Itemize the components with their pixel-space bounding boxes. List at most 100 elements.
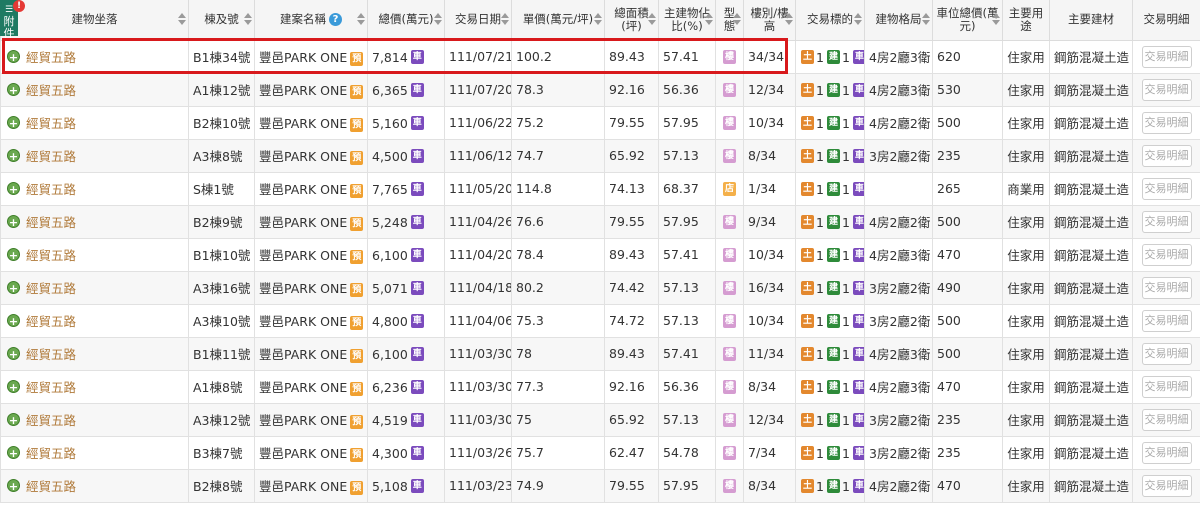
- detail-button[interactable]: 交易明細: [1141, 441, 1192, 464]
- table-row[interactable]: + 經貿五路 A3棟16號 豐邑PARK ONE 預 5,071 車 111/04/18 80.…: [0, 270, 1200, 305]
- detail-button[interactable]: 交易明細: [1141, 45, 1192, 68]
- column-header: 主要建材: [1049, 0, 1133, 41]
- land-badge-icon: 土: [801, 347, 814, 361]
- address-link[interactable]: 經貿五路: [26, 116, 76, 131]
- table-row[interactable]: + 經貿五路 B3棟7號 豐邑PARK ONE 預 4,300 車 111/03/26 75.7…: [0, 435, 1200, 470]
- expand-plus-icon[interactable]: +: [7, 281, 20, 295]
- cell-address: + 經貿五路: [0, 138, 189, 173]
- sort-arrows-icon[interactable]: [434, 13, 442, 25]
- detail-button[interactable]: 交易明細: [1141, 375, 1192, 398]
- cell-address: + 經貿五路: [0, 435, 189, 470]
- column-header[interactable]: 樓別/樓高: [743, 0, 796, 41]
- detail-button[interactable]: 交易明細: [1141, 111, 1192, 134]
- expand-plus-icon[interactable]: +: [7, 314, 20, 328]
- address-link[interactable]: 經貿五路: [26, 347, 76, 362]
- help-icon[interactable]: ?: [329, 13, 342, 27]
- column-header[interactable]: 主建物佔比(%): [658, 0, 716, 41]
- sort-arrows-icon[interactable]: [992, 13, 1000, 25]
- column-header[interactable]: 建物格局: [864, 0, 933, 41]
- sort-arrows-icon[interactable]: [178, 13, 186, 25]
- cell-target: 土1建1車2: [795, 105, 865, 140]
- column-header[interactable]: 建物坐落: [0, 0, 189, 41]
- cell-material: 鋼筋混凝土造: [1049, 39, 1133, 74]
- expand-plus-icon[interactable]: +: [7, 413, 20, 427]
- address-link[interactable]: 經貿五路: [26, 314, 76, 329]
- address-link[interactable]: 經貿五路: [26, 248, 76, 263]
- cell-total-price: 6,100 車: [367, 237, 445, 272]
- expand-plus-icon[interactable]: +: [7, 149, 20, 163]
- detail-button[interactable]: 交易明細: [1141, 342, 1192, 365]
- column-header[interactable]: 交易日期: [444, 0, 512, 41]
- detail-button[interactable]: 交易明細: [1141, 474, 1192, 497]
- address-link[interactable]: 經貿五路: [26, 50, 76, 65]
- expand-plus-icon[interactable]: +: [7, 50, 20, 64]
- land-badge-icon: 土: [801, 50, 814, 64]
- detail-button[interactable]: 交易明細: [1141, 309, 1192, 332]
- table-row[interactable]: + 經貿五路 B1棟10號 豐邑PARK ONE 預 6,100 車 111/04/20 78.…: [0, 237, 1200, 272]
- table-row[interactable]: + 經貿五路 B2棟9號 豐邑PARK ONE 預 5,248 車 111/04/26 76.6…: [0, 204, 1200, 239]
- sort-arrows-icon[interactable]: [922, 13, 930, 25]
- table-row[interactable]: + 經貿五路 A3棟12號 豐邑PARK ONE 預 4,519 車 111/03/30 75 6…: [0, 402, 1200, 437]
- address-link[interactable]: 經貿五路: [26, 281, 76, 296]
- sort-arrows-icon[interactable]: [594, 13, 602, 25]
- expand-plus-icon[interactable]: +: [7, 446, 20, 460]
- detail-button[interactable]: 交易明細: [1141, 177, 1192, 200]
- cell-material: 鋼筋混凝土造: [1049, 171, 1133, 206]
- address-link[interactable]: 經貿五路: [26, 380, 76, 395]
- detail-button[interactable]: 交易明細: [1141, 243, 1192, 266]
- cell-area: 89.43: [604, 336, 659, 371]
- detail-button[interactable]: 交易明細: [1141, 210, 1192, 233]
- address-link[interactable]: 經貿五路: [26, 215, 76, 230]
- expand-plus-icon[interactable]: +: [7, 116, 20, 130]
- land-badge-icon: 土: [801, 116, 814, 130]
- expand-plus-icon[interactable]: +: [7, 215, 20, 229]
- sort-arrows-icon[interactable]: [785, 13, 793, 25]
- sort-arrows-icon[interactable]: [854, 13, 862, 25]
- address-link[interactable]: 經貿五路: [26, 413, 76, 428]
- expand-plus-icon[interactable]: +: [7, 479, 20, 493]
- table-row[interactable]: + 經貿五路 S棟1號 豐邑PARK ONE 預 7,765 車 111/05/20 114.8…: [0, 171, 1200, 206]
- sort-arrows-icon[interactable]: [357, 13, 365, 25]
- expand-plus-icon[interactable]: +: [7, 380, 20, 394]
- column-header-label: 交易日期: [455, 12, 501, 27]
- address-link[interactable]: 經貿五路: [26, 83, 76, 98]
- table-row[interactable]: + 經貿五路 B2棟8號 豐邑PARK ONE 預 5,108 車 111/03/23 74.9…: [0, 468, 1200, 503]
- column-header[interactable]: 車位總價(萬元): [932, 0, 1003, 41]
- cell-parking-price: 490: [932, 270, 1003, 305]
- column-header[interactable]: 總價(萬元): [367, 0, 445, 41]
- column-header[interactable]: 型態: [715, 0, 744, 41]
- expand-plus-icon[interactable]: +: [7, 347, 20, 361]
- table-row[interactable]: + 經貿五路 A3棟8號 豐邑PARK ONE 預 4,500 車 111/06/12 74.7…: [0, 138, 1200, 173]
- column-header[interactable]: 總面積(坪): [604, 0, 659, 41]
- sort-arrows-icon[interactable]: [244, 13, 252, 25]
- table-row[interactable]: + 經貿五路 A1棟8號 豐邑PARK ONE 預 6,236 車 111/03/30 77.3…: [0, 369, 1200, 404]
- table-row[interactable]: + 經貿五路 B1棟11號 豐邑PARK ONE 預 6,100 車 111/03/30 78 8…: [0, 336, 1200, 371]
- expand-plus-icon[interactable]: +: [7, 248, 20, 262]
- expand-plus-icon[interactable]: +: [7, 83, 20, 97]
- sort-arrows-icon[interactable]: [733, 13, 741, 25]
- address-link[interactable]: 經貿五路: [26, 446, 76, 461]
- detail-button[interactable]: 交易明細: [1141, 78, 1192, 101]
- address-link[interactable]: 經貿五路: [26, 182, 76, 197]
- cell-main-ratio: 57.13: [658, 402, 716, 437]
- sort-arrows-icon[interactable]: [705, 13, 713, 25]
- address-link[interactable]: 經貿五路: [26, 479, 76, 494]
- column-header[interactable]: 單價(萬元/坪): [511, 0, 605, 41]
- detail-button[interactable]: 交易明細: [1141, 276, 1192, 299]
- table-row[interactable]: + 經貿五路 A1棟12號 豐邑PARK ONE 預 6,365 車 111/07/20 78.…: [0, 72, 1200, 107]
- land-count: 1: [816, 445, 824, 461]
- cell-target: 土1建1車1: [795, 171, 865, 206]
- column-header[interactable]: 交易標的: [795, 0, 865, 41]
- table-row[interactable]: + 經貿五路 B1棟34號 豐邑PARK ONE 預 7,814 車 111/07/21 100…: [0, 39, 1200, 74]
- table-row[interactable]: + 經貿五路 A3棟10號 豐邑PARK ONE 預 4,800 車 111/04/06 75.…: [0, 303, 1200, 338]
- expand-plus-icon[interactable]: +: [7, 182, 20, 196]
- column-header[interactable]: 建案名稱?: [254, 0, 368, 41]
- sort-arrows-icon[interactable]: [648, 13, 656, 25]
- address-link[interactable]: 經貿五路: [26, 149, 76, 164]
- detail-button[interactable]: 交易明細: [1141, 408, 1192, 431]
- column-header-label: 主建物佔比(%): [664, 5, 710, 33]
- sort-arrows-icon[interactable]: [501, 13, 509, 25]
- column-header[interactable]: 棟及號: [188, 0, 255, 41]
- table-row[interactable]: + 經貿五路 B2棟10號 豐邑PARK ONE 預 5,160 車 111/06/22 75.…: [0, 105, 1200, 140]
- detail-button[interactable]: 交易明細: [1141, 144, 1192, 167]
